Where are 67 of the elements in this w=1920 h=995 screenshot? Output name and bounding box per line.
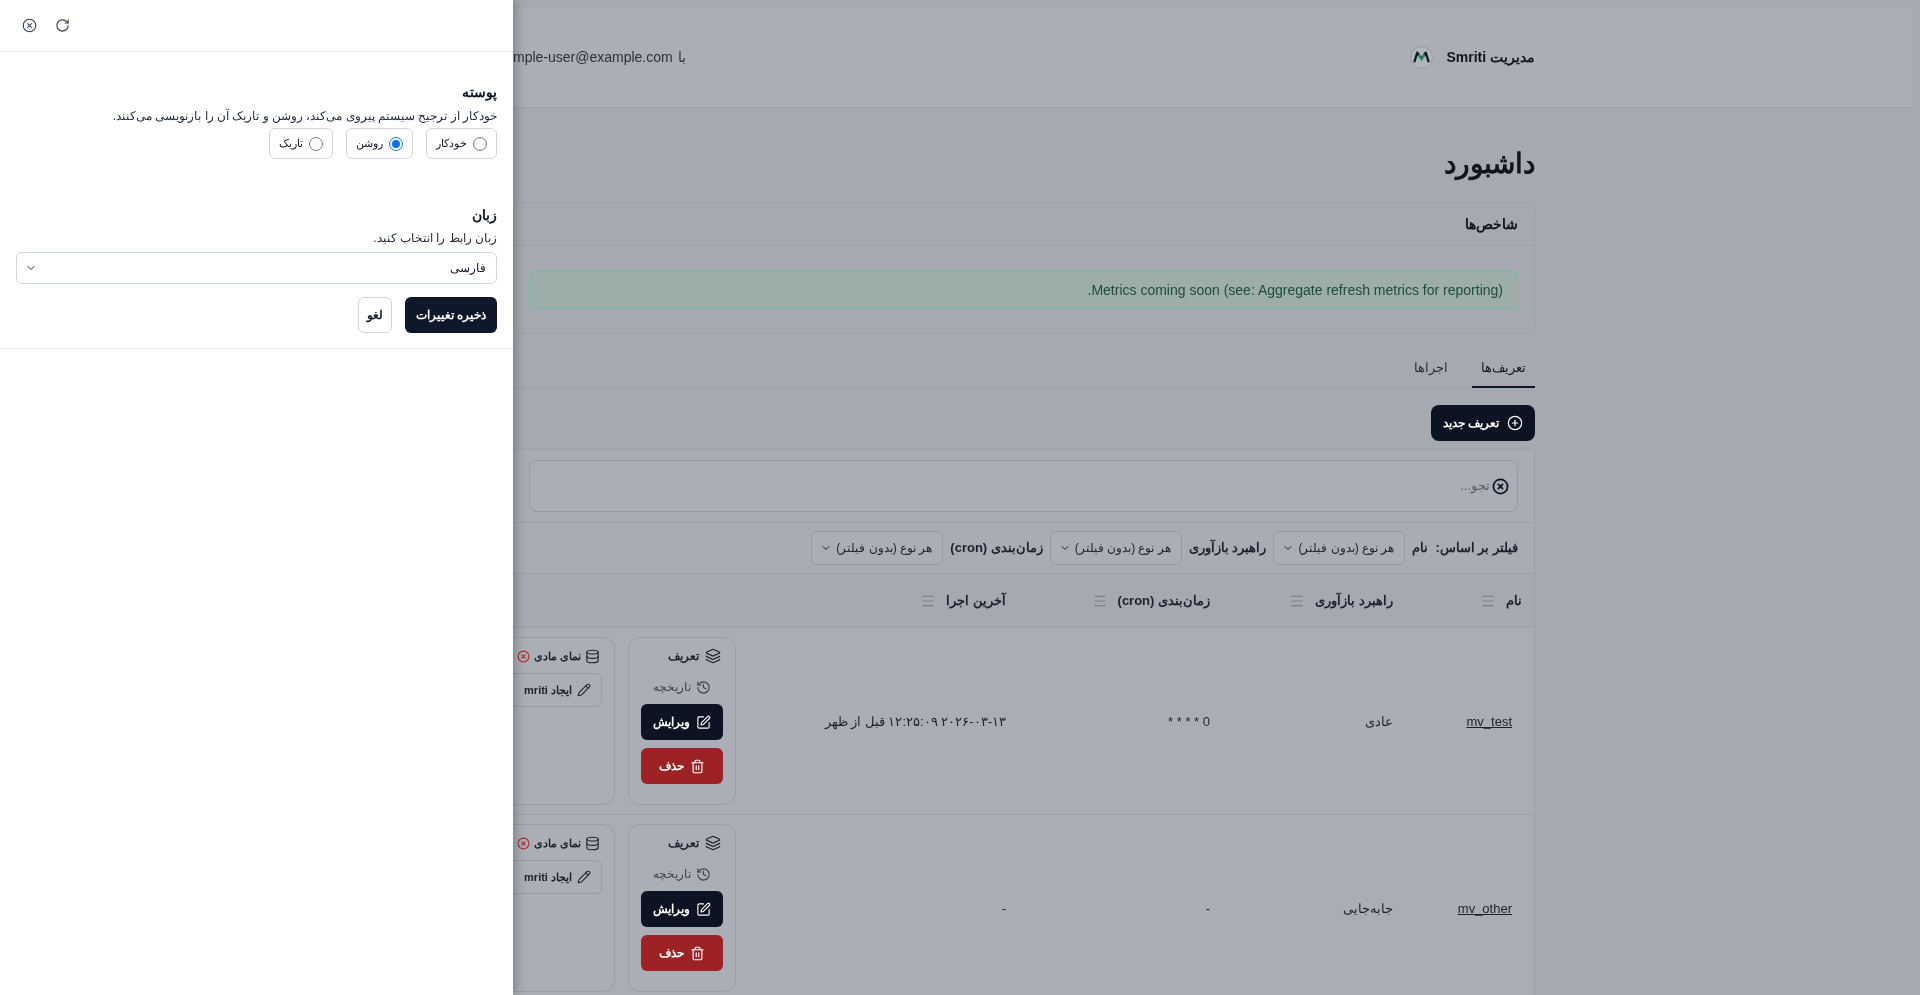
database-icon xyxy=(585,835,600,851)
card-title: شاخص‌ها xyxy=(1465,214,1518,235)
table-cell: ۲۰۲۶-۰۳-۱۳ ۱۲:۲۵:۰۹ قبل از ظهر xyxy=(824,714,1006,729)
user-email: mple-user@example.com xyxy=(513,48,673,67)
logo-icon xyxy=(1410,46,1434,69)
plus-circle-icon xyxy=(1507,415,1523,431)
section-description: زبان رابط را انتخاب کنید. xyxy=(372,230,497,246)
brand-name: مدیریت Smriti xyxy=(1446,48,1535,68)
theme-option[interactable]: خودکار xyxy=(426,128,497,159)
table-cell: عادی xyxy=(1365,714,1393,729)
delete-button[interactable]: حذف xyxy=(641,748,723,784)
column-header: زمان‌بندی (cron) xyxy=(1117,591,1210,611)
filter-select[interactable]: هر نوع (بدون فیلتر) xyxy=(811,531,944,565)
filter-field-label: راهبرد بازآوری xyxy=(1188,538,1267,558)
page-title: داشبورد xyxy=(1443,147,1535,182)
new-definition-button[interactable]: تعریف جدید xyxy=(1430,405,1535,441)
pencil-icon xyxy=(577,683,591,697)
name-link[interactable]: mv_other xyxy=(1457,901,1512,916)
column-header: آخرین اجرا xyxy=(946,591,1006,611)
create-button[interactable]: ایجاد mriti xyxy=(513,673,602,707)
edit-icon xyxy=(696,901,711,917)
table-cell: 0 * * * * xyxy=(1168,714,1210,729)
trash-icon xyxy=(690,945,705,961)
tab[interactable]: تعریف‌ها xyxy=(1472,350,1535,388)
history-icon xyxy=(696,679,711,695)
column-header: راهبرد بازآوری xyxy=(1315,591,1393,611)
filter-field-label: نام xyxy=(1412,539,1429,558)
database-icon xyxy=(585,648,600,664)
theme-option[interactable]: روشن xyxy=(346,128,413,159)
section-title: پوسته xyxy=(461,83,497,102)
clear-icon xyxy=(1492,477,1509,495)
section-title: زبان xyxy=(471,206,497,225)
card-title: تعریف xyxy=(668,648,699,665)
close-icon[interactable] xyxy=(22,18,37,33)
history-link[interactable]: تاریخچه xyxy=(653,865,711,883)
language-select[interactable]: فارسی xyxy=(16,252,497,284)
trash-icon xyxy=(690,758,705,774)
history-link[interactable]: تاریخچه xyxy=(653,678,711,696)
edit-icon xyxy=(696,714,711,730)
info-alert: Metrics coming soon (see: Aggregate refresh metrics for reporting). xyxy=(530,271,1518,309)
history-icon xyxy=(696,866,711,882)
edit-button[interactable]: ویرایش xyxy=(641,891,723,927)
name-link[interactable]: mv_test xyxy=(1466,714,1512,729)
delete-button[interactable]: حذف xyxy=(641,935,723,971)
tab[interactable]: اجراها xyxy=(1405,350,1457,388)
filter-select[interactable]: هر نوع (بدون فیلتر) xyxy=(1273,531,1406,565)
filter-select[interactable]: هر نوع (بدون فیلتر) xyxy=(1049,531,1182,565)
table-cell: - xyxy=(1205,901,1210,916)
layers-icon xyxy=(705,648,721,664)
filter-field-label: زمان‌بندی (cron) xyxy=(950,539,1043,558)
cancel-button[interactable]: لغو xyxy=(357,297,392,333)
theme-option[interactable]: تاریک xyxy=(269,128,333,159)
save-button[interactable]: ذخیره تغییرات xyxy=(404,297,497,333)
table-cell: جابه‌جایی xyxy=(1343,901,1393,916)
edit-button[interactable]: ویرایش xyxy=(641,704,723,740)
card-title: نمای مادی xyxy=(533,836,581,851)
table-cell: - xyxy=(1001,901,1006,916)
card-title: نمای مادی xyxy=(533,649,581,664)
create-button[interactable]: ایجاد mriti xyxy=(513,860,602,894)
card-title: تعریف xyxy=(668,835,699,852)
filter-label: فیلتر بر اساس: xyxy=(1435,539,1518,558)
layers-icon xyxy=(705,835,721,851)
section-description: خودکار از ترجیح سیستم پیروی می‌کند، روشن و تاریک آن را بازنویسی می‌کنند. xyxy=(111,108,497,124)
column-header: نام xyxy=(1506,591,1522,611)
user-prefix: با xyxy=(677,48,686,67)
refresh-icon[interactable] xyxy=(55,18,70,33)
pencil-icon xyxy=(577,870,591,884)
